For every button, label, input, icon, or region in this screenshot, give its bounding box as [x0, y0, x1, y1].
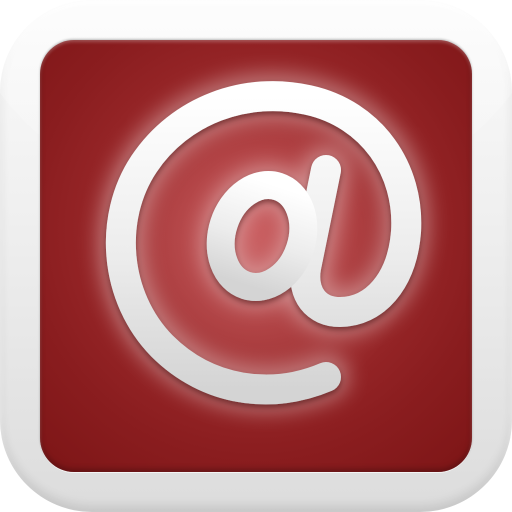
app-icon-frame[interactable] — [0, 0, 512, 512]
at-sign-icon — [97, 73, 430, 413]
at-sign-outer-stroke — [105, 81, 422, 405]
